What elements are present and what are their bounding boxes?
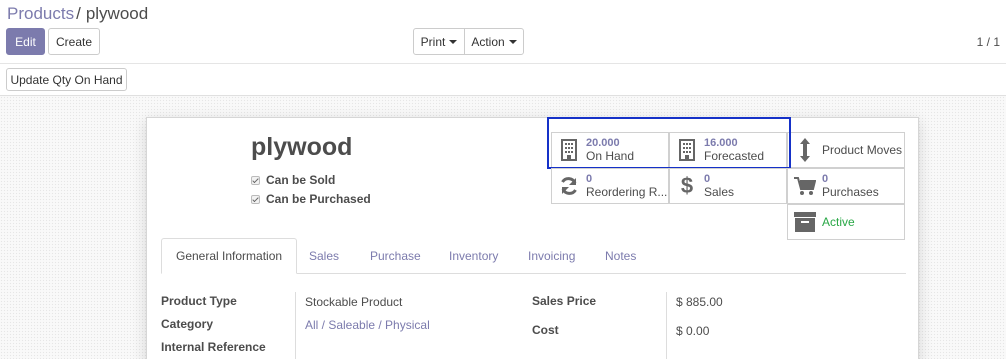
- category-link[interactable]: All / Saleable / Physical: [305, 318, 430, 332]
- cost-value[interactable]: $ 0.00: [676, 324, 709, 338]
- update-qty-button[interactable]: Update Qty On Hand: [6, 68, 127, 91]
- internal-reference-label: Internal Reference: [161, 340, 266, 354]
- highlight-box: [547, 117, 791, 169]
- action-dropdown-button[interactable]: Action: [464, 28, 524, 55]
- can-be-sold-option: Can be Sold: [251, 173, 335, 187]
- cost-label: Cost: [532, 323, 559, 337]
- tab-inventory[interactable]: Inventory: [449, 238, 498, 274]
- edit-button[interactable]: Edit: [6, 28, 45, 55]
- tab-purchase[interactable]: Purchase: [370, 238, 421, 274]
- can-be-purchased-label: Can be Purchased: [266, 192, 371, 206]
- action-label: Action: [471, 34, 505, 49]
- product-moves-label: Product Moves: [822, 143, 903, 157]
- can-be-sold-label: Can be Sold: [266, 173, 336, 187]
- sales-value: 0: [704, 173, 711, 185]
- breadcrumb: Products / plywood: [7, 4, 148, 24]
- breadcrumb-products-link[interactable]: Products: [7, 4, 74, 23]
- sales-button[interactable]: $ 0 Sales: [669, 168, 787, 204]
- product-name: plywood: [251, 133, 353, 161]
- reordering-label: Reordering R...: [586, 186, 668, 199]
- tab-general-information[interactable]: General Information: [161, 238, 298, 274]
- notebook-tabs: General Information Sales Purchase Inven…: [161, 238, 906, 274]
- sales-price-value[interactable]: $ 885.00: [676, 295, 723, 309]
- tab-invoicing[interactable]: Invoicing: [528, 238, 575, 274]
- archive-icon: [794, 212, 816, 232]
- product-type-label: Product Type: [161, 294, 237, 308]
- pager-value[interactable]: 1 / 1: [977, 35, 1000, 49]
- reordering-rules-button[interactable]: 0 Reordering R...: [551, 168, 669, 204]
- cart-icon: [794, 176, 816, 196]
- breadcrumb-separator: /: [76, 4, 81, 23]
- refresh-icon: [558, 176, 580, 196]
- tab-notes[interactable]: Notes: [605, 238, 636, 274]
- create-button[interactable]: Create: [48, 28, 100, 55]
- dollar-icon: $: [680, 173, 694, 198]
- can-be-purchased-checkbox[interactable]: [251, 194, 260, 204]
- breadcrumb-current: plywood: [85, 4, 149, 23]
- sales-label: Sales: [704, 186, 735, 199]
- active-label: Active: [822, 215, 855, 229]
- product-type-value[interactable]: Stockable Product: [305, 295, 402, 309]
- sales-price-label: Sales Price: [532, 294, 597, 308]
- purchases-value: 0: [822, 173, 829, 185]
- print-dropdown-button[interactable]: Print: [413, 28, 465, 55]
- can-be-sold-checkbox[interactable]: [251, 175, 260, 185]
- purchases-button[interactable]: 0 Purchases: [787, 168, 905, 204]
- divider: [0, 63, 1006, 64]
- category-label: Category: [161, 317, 214, 331]
- field-divider: [666, 292, 667, 359]
- can-be-purchased-option: Can be Purchased: [251, 192, 371, 206]
- caret-down-icon: [508, 39, 517, 44]
- arrows-vertical-icon: [794, 138, 816, 162]
- reordering-value: 0: [586, 173, 593, 185]
- print-label: Print: [420, 34, 446, 49]
- purchases-label: Purchases: [822, 186, 879, 199]
- form-sheet: plywood Can be Sold Can be Purchased 20.…: [146, 117, 919, 359]
- product-moves-button[interactable]: Product Moves: [787, 132, 905, 168]
- tab-sales[interactable]: Sales: [309, 238, 339, 274]
- control-panel: Products / plywood Edit Create Print Actio…: [0, 0, 1006, 96]
- field-divider: [295, 292, 296, 359]
- caret-down-icon: [449, 39, 458, 44]
- active-toggle-button[interactable]: Active: [787, 204, 905, 240]
